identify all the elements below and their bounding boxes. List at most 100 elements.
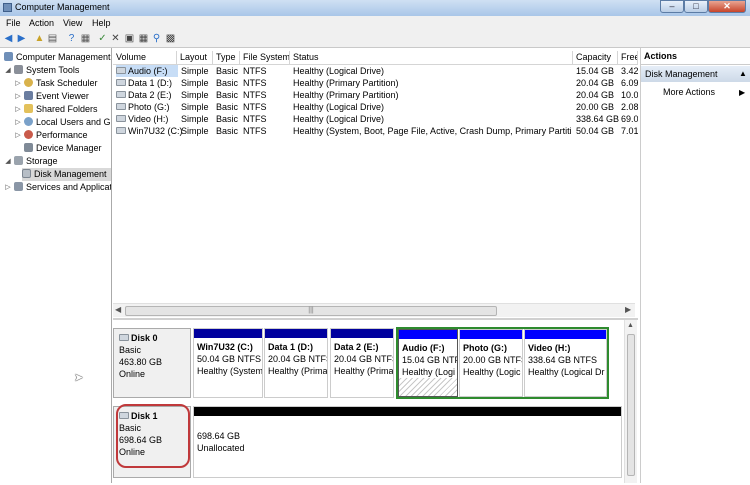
menu-action[interactable]: Action <box>29 18 54 28</box>
table-row[interactable]: Data 2 (E:) Simple Basic NTFS Healthy (P… <box>113 89 638 101</box>
partition-unallocated[interactable]: 698.64 GB Unallocated <box>193 406 622 478</box>
volume-layout: Simple <box>181 78 209 88</box>
volume-status: Healthy (Primary Partition) <box>293 78 399 88</box>
volume-fs: NTFS <box>243 126 267 136</box>
help-icon[interactable]: ? <box>66 33 77 44</box>
volume-fs: NTFS <box>243 114 267 124</box>
column-header-free[interactable]: Free <box>618 51 638 64</box>
volume-capacity: 20.00 GB <box>576 102 615 112</box>
tree-item-local-users[interactable]: ▷ Local Users and Gr <box>14 116 111 129</box>
disk-icon <box>119 334 129 341</box>
collapse-arrow-icon[interactable]: ◢ <box>4 64 12 77</box>
column-header-layout[interactable]: Layout <box>177 51 213 64</box>
local-users-icon <box>24 117 33 126</box>
actions-section-disk-management[interactable]: Disk Management ▲ <box>641 66 750 82</box>
partition-f[interactable]: Audio (F:) 15.04 GB NTF Healthy (Logi <box>398 329 458 397</box>
disk-management-icon <box>22 169 31 178</box>
tree-item-system-tools[interactable]: ◢ System Tools <box>4 64 79 77</box>
column-header-file-system[interactable]: File System <box>240 51 290 64</box>
more-actions-item[interactable]: More Actions ▶ <box>663 86 750 99</box>
column-header-capacity[interactable]: Capacity <box>573 51 618 64</box>
settings-icon[interactable]: ▣ <box>124 33 135 44</box>
scrollbar-thumb[interactable] <box>627 334 635 476</box>
minimize-button[interactable]: – <box>660 0 684 13</box>
column-header-volume[interactable]: Volume <box>113 51 177 64</box>
menu-file[interactable]: File <box>6 18 21 28</box>
scrollbar-thumb[interactable]: ||| <box>125 306 497 316</box>
volume-layout: Simple <box>181 126 209 136</box>
partition-d[interactable]: Data 1 (D:) 20.04 GB NTFS Healthy (Prima <box>264 328 328 398</box>
expand-arrow-icon[interactable]: ▷ <box>14 103 22 116</box>
volume-icon <box>116 67 126 74</box>
tree-item-services[interactable]: ▷ Services and Applicat <box>4 181 111 194</box>
disk-0-label[interactable]: Disk 0 Basic 463.80 GB Online <box>113 328 191 398</box>
tree-item-shared-folders[interactable]: ▷ Shared Folders <box>14 103 98 116</box>
collapse-arrow-icon[interactable]: ◢ <box>4 155 12 168</box>
table-row[interactable]: Data 1 (D:) Simple Basic NTFS Healthy (P… <box>113 77 638 89</box>
volume-icon <box>116 91 126 98</box>
tree-item-event-viewer[interactable]: ▷ Event Viewer <box>14 90 89 103</box>
scroll-right-icon[interactable]: ▶ <box>625 305 631 314</box>
volume-type: Basic <box>216 78 239 88</box>
up-folder-icon[interactable]: ▲ <box>34 33 45 44</box>
tree-item-task-scheduler[interactable]: ▷ Task Scheduler <box>14 77 98 90</box>
close-button[interactable]: ✕ <box>708 0 746 13</box>
volume-status: Healthy (System, Boot, Page File, Active… <box>293 126 571 136</box>
volume-icon <box>116 103 126 110</box>
open-icon[interactable]: ▦ <box>138 33 149 44</box>
volume-name: Win7U32 (C:) <box>128 126 183 136</box>
back-arrow-icon[interactable]: ◀ <box>3 33 14 44</box>
scroll-left-icon[interactable]: ◀ <box>115 305 121 314</box>
storage-icon <box>14 156 23 165</box>
console-tree: Computer Management ◢ System Tools ▷ Tas… <box>0 48 112 483</box>
menu-help[interactable]: Help <box>92 18 111 28</box>
table-row[interactable]: Audio (F:) Simple Basic NTFS Healthy (Lo… <box>113 65 638 77</box>
search-icon[interactable]: ⚲ <box>151 33 162 44</box>
volume-capacity: 338.64 GB <box>576 114 620 124</box>
tree-item-device-manager[interactable]: Device Manager <box>24 142 102 155</box>
volume-fs: NTFS <box>243 66 267 76</box>
volume-status: Healthy (Logical Drive) <box>293 114 385 124</box>
expand-arrow-icon[interactable]: ▷ <box>4 181 12 194</box>
tree-item-computer-management[interactable]: Computer Management <box>4 51 111 64</box>
table-row[interactable]: Video (H:) Simple Basic NTFS Healthy (Lo… <box>113 113 638 125</box>
volume-status: Healthy (Primary Partition) <box>293 90 399 100</box>
partition-g[interactable]: Photo (G:) 20.00 GB NTFS Healthy (Logic <box>459 329 523 397</box>
partition-c[interactable]: Win7U32 (C:) 50.04 GB NTFS Healthy (System <box>193 328 263 398</box>
tree-item-performance[interactable]: ▷ Performance <box>14 129 88 142</box>
table-row[interactable]: Photo (G:) Simple Basic NTFS Healthy (Lo… <box>113 101 638 113</box>
forward-arrow-icon[interactable]: ▶ <box>16 33 27 44</box>
volume-name: Photo (G:) <box>128 102 170 112</box>
maximize-button[interactable]: □ <box>684 0 708 13</box>
partition-e[interactable]: Data 2 (E:) 20.04 GB NTFS Healthy (Prima <box>330 328 394 398</box>
delete-icon[interactable]: ✕ <box>110 33 121 44</box>
horizontal-scrollbar[interactable]: ◀ ||| ▶ <box>113 303 635 317</box>
expand-arrow-icon[interactable]: ▷ <box>14 129 22 142</box>
show-hide-tree-icon[interactable]: ▤ <box>47 33 58 44</box>
window-title: Computer Management <box>15 2 110 12</box>
scroll-up-icon[interactable]: ▲ <box>627 322 634 329</box>
volume-layout: Simple <box>181 66 209 76</box>
expand-arrow-icon[interactable]: ▷ <box>14 77 22 90</box>
table-row[interactable]: Win7U32 (C:) Simple Basic NTFS Healthy (… <box>113 125 638 137</box>
menu-view[interactable]: View <box>63 18 82 28</box>
expand-arrow-icon[interactable]: ▷ <box>14 90 22 103</box>
tree-item-storage[interactable]: ◢ Storage <box>4 155 58 168</box>
disk-name: Disk 0 <box>131 333 158 343</box>
column-header-status[interactable]: Status <box>290 51 573 64</box>
performance-icon <box>24 130 33 139</box>
properties-icon[interactable]: ✓ <box>97 33 108 44</box>
column-header-type[interactable]: Type <box>213 51 240 64</box>
volume-name: Audio (F:) <box>128 66 168 76</box>
volume-icon <box>116 127 126 134</box>
volume-icon <box>116 79 126 86</box>
collapse-icon[interactable]: ▲ <box>739 66 747 82</box>
tree-item-disk-management[interactable]: Disk Management <box>22 168 111 181</box>
volume-status: Healthy (Logical Drive) <box>293 66 385 76</box>
partition-h[interactable]: Video (H:) 338.64 GB NTFS Healthy (Logical… <box>524 329 607 397</box>
vertical-scrollbar[interactable]: ▲ <box>624 320 637 483</box>
rescan-icon[interactable]: ▩ <box>165 33 176 44</box>
view-icon[interactable]: ▦ <box>80 33 91 44</box>
expand-arrow-icon[interactable]: ▷ <box>14 116 22 129</box>
event-viewer-icon <box>24 91 33 100</box>
